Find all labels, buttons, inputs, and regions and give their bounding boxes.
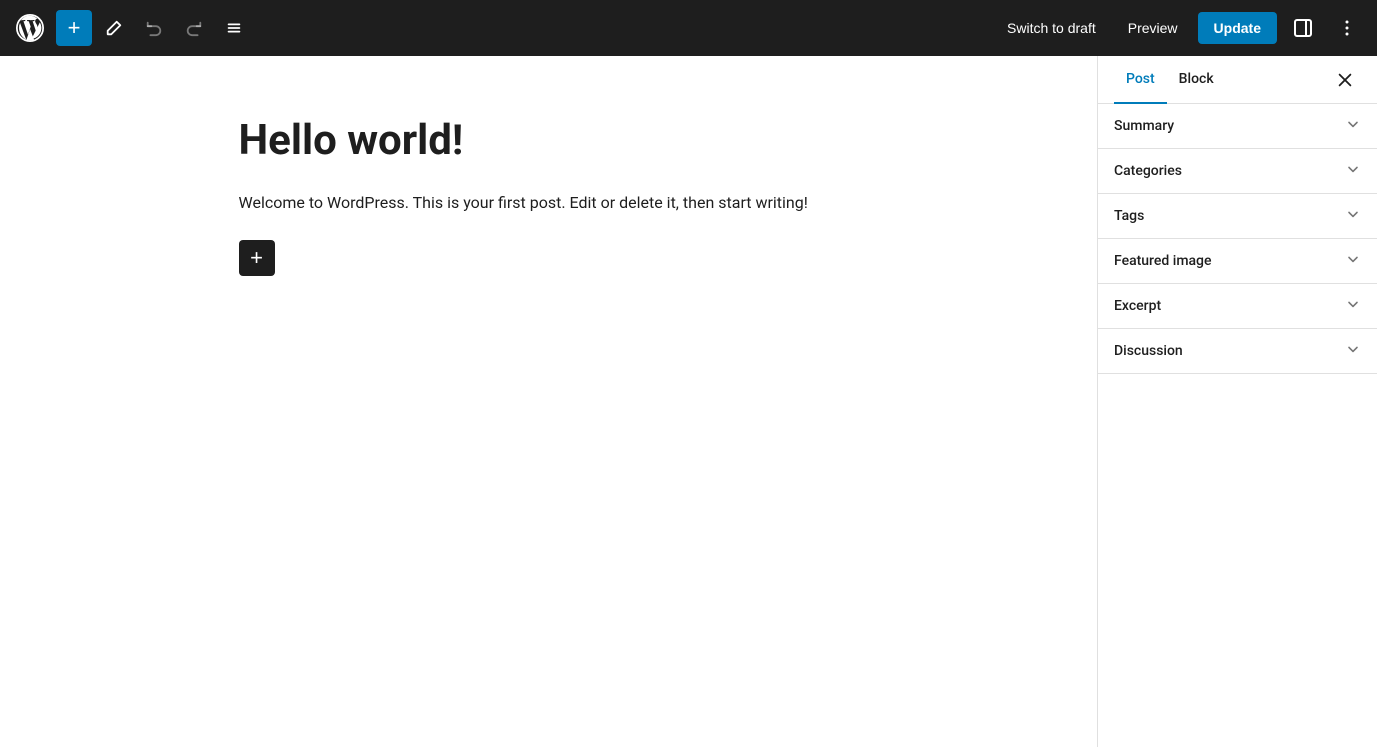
toolbar-right: Switch to draft Preview Update (995, 10, 1365, 46)
accordion-header-featured-image[interactable]: Featured image (1098, 239, 1377, 283)
redo-button[interactable] (176, 10, 212, 46)
accordion-title-categories: Categories (1114, 163, 1182, 179)
accordion-section-categories: Categories (1098, 149, 1377, 194)
chevron-down-icon-excerpt (1345, 296, 1361, 316)
accordion-header-excerpt[interactable]: Excerpt (1098, 284, 1377, 328)
sidebar-toggle-button[interactable] (1285, 10, 1321, 46)
sidebar-header: Post Block (1098, 56, 1377, 104)
preview-button[interactable]: Preview (1116, 14, 1190, 42)
edit-button[interactable] (96, 10, 132, 46)
accordion-title-featured-image: Featured image (1114, 253, 1212, 269)
main-area: Hello world! Welcome to WordPress. This … (0, 56, 1377, 747)
accordion-header-summary[interactable]: Summary (1098, 104, 1377, 148)
wp-logo (12, 10, 48, 46)
sidebar: Post Block Summary (1097, 56, 1377, 747)
accordion-section-featured-image: Featured image (1098, 239, 1377, 284)
tab-block[interactable]: Block (1167, 56, 1226, 104)
accordion-header-categories[interactable]: Categories (1098, 149, 1377, 193)
accordion-section-summary: Summary (1098, 104, 1377, 149)
tab-post[interactable]: Post (1114, 56, 1167, 104)
more-options-button[interactable] (1329, 10, 1365, 46)
accordion-header-discussion[interactable]: Discussion (1098, 329, 1377, 373)
editor-inner: Hello world! Welcome to WordPress. This … (239, 116, 859, 276)
editor-area: Hello world! Welcome to WordPress. This … (0, 56, 1097, 747)
post-content[interactable]: Welcome to WordPress. This is your first… (239, 190, 859, 216)
add-block-inline-button[interactable]: + (239, 240, 275, 276)
accordion-section-tags: Tags (1098, 194, 1377, 239)
undo-button[interactable] (136, 10, 172, 46)
sidebar-close-button[interactable] (1329, 64, 1361, 96)
chevron-down-icon-featured-image (1345, 251, 1361, 271)
switch-to-draft-button[interactable]: Switch to draft (995, 14, 1108, 42)
list-view-button[interactable] (216, 10, 252, 46)
update-button[interactable]: Update (1198, 12, 1277, 44)
chevron-down-icon-summary (1345, 116, 1361, 136)
add-block-button[interactable]: + (56, 10, 92, 46)
accordion-title-discussion: Discussion (1114, 343, 1183, 359)
accordion-section-excerpt: Excerpt (1098, 284, 1377, 329)
accordion-title-summary: Summary (1114, 118, 1174, 134)
chevron-down-icon-categories (1345, 161, 1361, 181)
accordion-title-excerpt: Excerpt (1114, 298, 1161, 314)
accordion-section-discussion: Discussion (1098, 329, 1377, 374)
chevron-down-icon-tags (1345, 206, 1361, 226)
accordion-header-tags[interactable]: Tags (1098, 194, 1377, 238)
toolbar: + Switch to draft Preview Update (0, 0, 1377, 56)
accordion-title-tags: Tags (1114, 208, 1144, 224)
post-title[interactable]: Hello world! (239, 116, 859, 166)
accordion-list: Summary Categories (1098, 104, 1377, 374)
chevron-down-icon-discussion (1345, 341, 1361, 361)
